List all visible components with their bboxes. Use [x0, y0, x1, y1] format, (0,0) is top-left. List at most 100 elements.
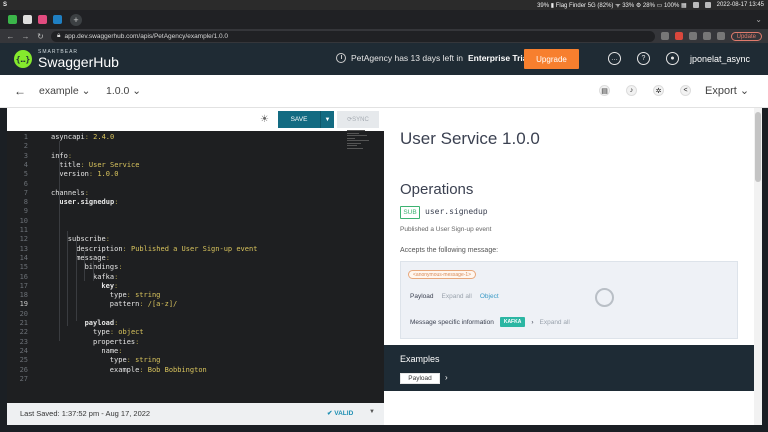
code-text: kafka: [93, 272, 123, 281]
line-number: 22 [19, 328, 28, 337]
user-icon[interactable]: ● [666, 52, 679, 65]
code-text: title: User Service [59, 160, 140, 169]
payload-object-link[interactable]: Object [480, 293, 499, 300]
username-menu[interactable]: jponelat_async [690, 54, 750, 64]
code-area[interactable]: 1 asyncapi: 2.4.0 23 info: 4 title: User Ser… [7, 131, 384, 403]
code-line[interactable]: 21 payload: [7, 319, 347, 328]
code-line[interactable]: 6 [7, 180, 347, 189]
code-line[interactable]: 5 version: 1.0.0 [7, 170, 347, 179]
workspace-indicator[interactable]: S [0, 2, 7, 8]
new-tab-button[interactable]: + [70, 13, 82, 26]
chevron-right-icon[interactable]: › [531, 319, 533, 326]
code-line[interactable]: 10 [7, 217, 347, 226]
code-line[interactable]: 27 [7, 375, 347, 384]
chevron-right-icon[interactable]: › [445, 373, 448, 382]
code-line[interactable]: 17 key: [7, 282, 347, 291]
code-line[interactable]: 2 [7, 142, 347, 151]
upgrade-button[interactable]: Upgrade [524, 49, 579, 69]
payload-expand-all-link[interactable]: Expand all [442, 293, 472, 300]
code-line[interactable]: 23 properties: [7, 338, 347, 347]
line-number: 21 [19, 319, 28, 327]
yaml-key: bindings [84, 263, 119, 272]
line-number: 10 [19, 216, 28, 225]
code-line[interactable]: 11 [7, 226, 347, 235]
trial-plan: Enterprise Trial [468, 53, 530, 63]
swaggerhub-logo[interactable]: SMARTBEAR SwaggerHub [38, 49, 119, 69]
code-line[interactable]: 12 subscribe: [7, 235, 347, 244]
line-number: 5 [23, 170, 28, 179]
message-meta-row: Message specific information KAFKA › Exp… [410, 317, 570, 327]
code-line[interactable]: 9 [7, 207, 347, 216]
settings-icon[interactable]: ✲ [653, 85, 664, 96]
validation-status[interactable]: ✔ VALID [327, 409, 353, 417]
example-payload-button[interactable]: Payload [400, 373, 440, 384]
tab-favicon-icon[interactable] [8, 15, 17, 24]
code-line[interactable]: 16 kafka: [7, 273, 347, 282]
code-text: description: Published a User Sign-up ev… [76, 244, 258, 253]
code-line[interactable]: 8 user.signedup: [7, 198, 347, 207]
profile-icon[interactable] [716, 32, 725, 40]
api-toolbar: ← example ⌄ 1.0.0 ⌄ ▤ ♪ ✲ < Export ⌄ [0, 75, 768, 108]
editor-minimap[interactable] [347, 130, 375, 160]
payload-row: Payload Expand all Object [410, 293, 499, 300]
tab-favicon-icon[interactable] [53, 15, 62, 24]
channel-name[interactable]: user.signedup [425, 207, 488, 216]
code-line[interactable]: 13 description: Published a User Sign-up … [7, 245, 347, 254]
api-name-dropdown[interactable]: example ⌄ [39, 85, 90, 97]
extension-icon[interactable] [674, 32, 683, 40]
save-button[interactable]: SAVE [278, 111, 320, 128]
tray-icon[interactable] [704, 2, 711, 8]
code-line[interactable]: 3 info: [7, 152, 347, 161]
code-line[interactable]: 18 type: string [7, 291, 347, 300]
swaggerhub-logo-icon[interactable]: {…} [14, 50, 32, 68]
forward-icon[interactable]: → [21, 32, 30, 41]
chat-icon[interactable]: … [608, 52, 621, 65]
code-line[interactable]: 25 type: string [7, 356, 347, 365]
back-arrow-icon[interactable]: ← [14, 84, 26, 98]
meta-expand-all-link[interactable]: Expand all [540, 319, 570, 326]
share-page-icon[interactable] [660, 32, 669, 40]
code-line[interactable]: 15 bindings: [7, 263, 347, 272]
tray-icon[interactable] [692, 2, 699, 8]
extension-icon[interactable] [688, 32, 697, 40]
theme-toggle-icon[interactable]: ☀ [259, 114, 270, 125]
code-line[interactable]: 22 type: object [7, 328, 347, 337]
code-line[interactable]: 7 channels: [7, 189, 347, 198]
tab-search-icon[interactable]: ⌄ [755, 15, 768, 24]
yaml-key: message [76, 253, 106, 262]
save-options-button[interactable]: ▼ [320, 111, 334, 128]
code-text: bindings: [84, 263, 127, 272]
version-dropdown[interactable]: 1.0.0 ⌄ [106, 85, 141, 97]
chevron-down-icon[interactable]: ▼ [369, 409, 375, 415]
code-line[interactable]: 1 asyncapi: 2.4.0 [7, 133, 347, 142]
tab-favicon-icon[interactable] [38, 15, 47, 24]
code-line[interactable]: 20 [7, 310, 347, 319]
code-line[interactable]: 24 name: [7, 347, 347, 356]
yaml-key: version [59, 170, 89, 179]
indent-guide [84, 251, 85, 281]
help-icon[interactable]: ? [637, 52, 650, 65]
sync-label: SYNC [352, 116, 369, 123]
reload-icon[interactable]: ↻ [36, 32, 45, 41]
code-line[interactable]: 4 title: User Service [7, 161, 347, 170]
yaml-key: type [109, 356, 127, 365]
document-icon[interactable]: ▤ [599, 85, 610, 96]
sync-button[interactable]: ⟳ SYNC [337, 111, 379, 128]
tab-favicon-icon[interactable] [23, 15, 32, 24]
scrollbar-thumb[interactable] [755, 112, 761, 182]
code-line[interactable]: 19 pattern: /[a-z]/ [7, 300, 347, 309]
code-line[interactable]: 14 message: [7, 254, 347, 263]
export-dropdown[interactable]: Export ⌄ [705, 84, 749, 97]
url-bar[interactable]: 🔒︎ app.dev.swaggerhub.com/apis/PetAgency… [51, 30, 655, 42]
code-line[interactable]: 26 example: Bob Bobbington [7, 366, 347, 375]
extension-icon[interactable] [702, 32, 711, 40]
docs-scrollbar[interactable] [754, 108, 762, 425]
back-icon[interactable]: ← [6, 32, 15, 41]
yaml-editor[interactable]: ☀ SAVE ▼ ⟳ SYNC 1 asyncapi: 2.4.0 23 info: … [7, 108, 384, 403]
browser-update-button[interactable]: Update [730, 31, 762, 41]
line-number: 12 [19, 235, 28, 244]
url-text[interactable]: app.dev.swaggerhub.com/apis/PetAgency/ex… [64, 33, 228, 40]
bell-icon[interactable]: ♪ [626, 85, 637, 96]
share-icon[interactable]: < [680, 85, 691, 96]
loading-spinner-icon [595, 288, 614, 307]
